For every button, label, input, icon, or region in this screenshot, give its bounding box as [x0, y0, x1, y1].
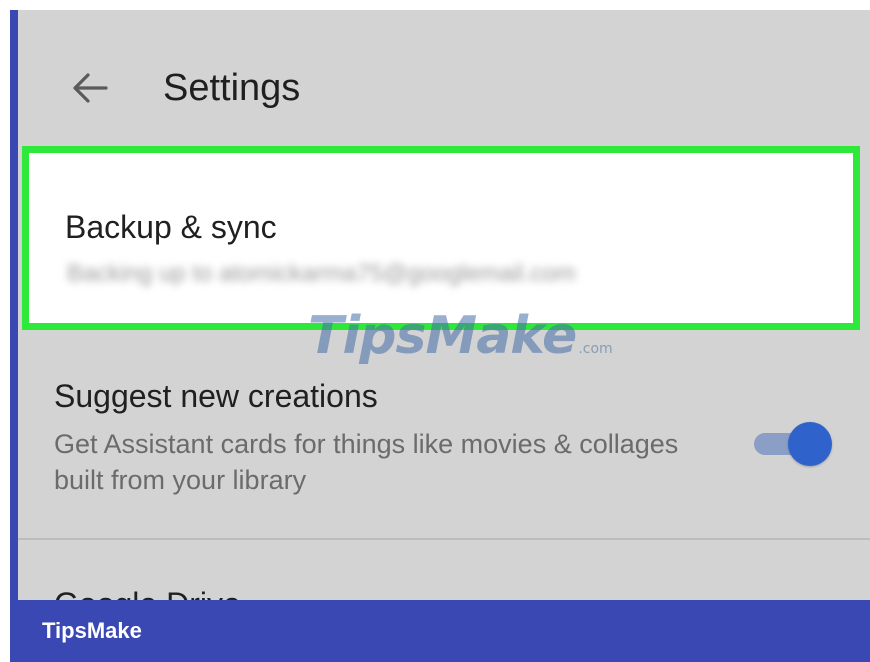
phone-screen: Settings Backup & sync Backing up to ato… [10, 10, 870, 600]
watermark-logo: TipsMake .com [308, 306, 613, 376]
suggest-creations-title: Suggest new creations [54, 378, 378, 414]
back-button[interactable] [66, 64, 114, 112]
app-bar: Settings [18, 10, 870, 148]
google-drive-item[interactable]: Google Drive [18, 540, 870, 600]
suggest-creations-toggle[interactable] [748, 422, 832, 466]
backup-sync-title: Backup & sync [65, 209, 277, 245]
toggle-thumb [788, 422, 832, 466]
watermark-text: TipsMake [308, 306, 577, 366]
page-title: Settings [163, 67, 301, 109]
backup-sync-item[interactable]: Backup & sync Backing up to atomickarma7… [22, 146, 860, 330]
footer-brand-label: TipsMake [42, 618, 142, 643]
watermark-suffix: .com [578, 341, 613, 357]
arrow-left-icon [73, 73, 108, 103]
suggest-creations-description: Get Assistant cards for things like movi… [54, 429, 679, 495]
settings-app: Settings Backup & sync Backing up to ato… [18, 10, 870, 600]
google-drive-title: Google Drive [54, 584, 241, 600]
backup-account-subtitle: Backing up to atomickarma75@googlemail.c… [67, 260, 576, 287]
screenshot-frame: Settings Backup & sync Backing up to ato… [0, 0, 870, 662]
footer-band: TipsMake [10, 600, 870, 662]
